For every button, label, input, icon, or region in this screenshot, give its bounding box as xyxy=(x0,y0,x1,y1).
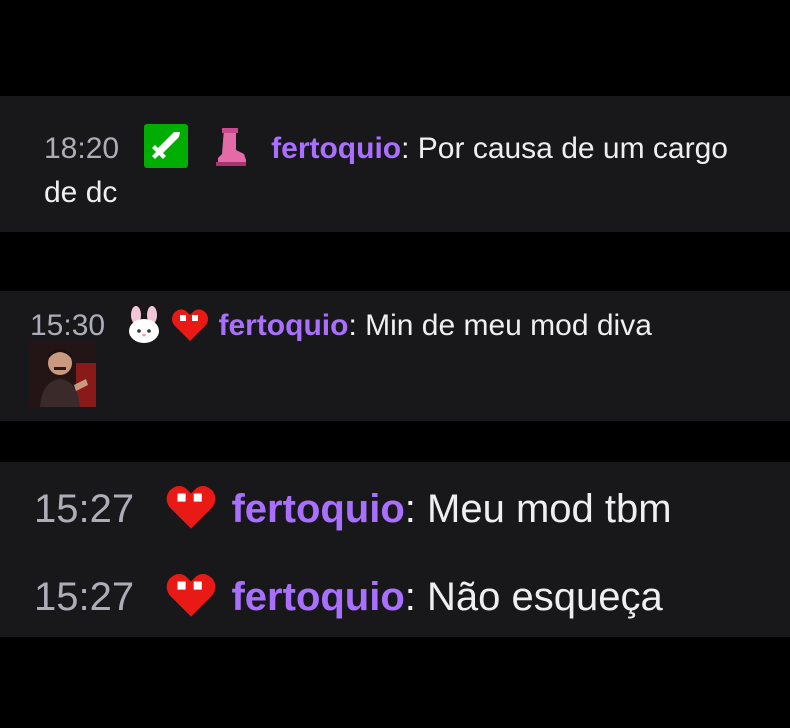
message-timestamp: 15:30 xyxy=(30,309,106,342)
pixel-heart-badge-icon[interactable] xyxy=(162,568,220,622)
chat-username[interactable]: fertoquio xyxy=(231,487,404,531)
message-timestamp: 15:27 xyxy=(34,487,135,531)
message-timestamp: 18:20 xyxy=(44,132,120,165)
chat-panel-3: 15:27 fertoquio: Meu mod tbm 15:27 ferto… xyxy=(0,462,790,637)
message-timestamp: 15:27 xyxy=(34,575,135,619)
chat-panel-2: 15:30 fertoquio: Min de meu mod diva xyxy=(0,291,790,421)
message-text: Por causa de um cargo xyxy=(417,132,728,165)
person-photo-emote xyxy=(30,341,96,407)
message-text: Min de meu mod diva xyxy=(365,309,652,342)
chat-username[interactable]: fertoquio xyxy=(231,575,404,619)
chat-message-continuation: de dc xyxy=(44,176,117,210)
chat-message-row: 15:27 fertoquio: Não esqueça xyxy=(34,568,663,622)
username-colon: : xyxy=(401,132,418,165)
my-melody-badge-icon[interactable] xyxy=(126,305,162,345)
pink-boot-badge-icon[interactable] xyxy=(212,124,248,168)
chat-username[interactable]: fertoquio xyxy=(218,309,348,342)
chat-message-row: 18:20 fertoquio: Por causa de um cargo xyxy=(44,124,728,168)
username-colon: : xyxy=(404,575,428,619)
message-text: Meu mod tbm xyxy=(427,487,672,531)
moderator-sword-badge-icon[interactable] xyxy=(143,124,188,168)
chat-message-row: 15:30 fertoquio: Min de meu mod diva xyxy=(30,305,652,345)
chat-username[interactable]: fertoquio xyxy=(271,132,401,165)
chat-message-row: 15:27 fertoquio: Meu mod tbm xyxy=(34,480,672,534)
username-colon: : xyxy=(348,309,366,342)
pixel-heart-badge-icon[interactable] xyxy=(162,480,220,534)
username-colon: : xyxy=(404,487,428,531)
chat-panel-1: 18:20 fertoquio: Por causa de um cargo d… xyxy=(0,96,790,232)
person-photo-emote-icon xyxy=(30,341,96,407)
message-text: de dc xyxy=(44,176,118,209)
message-text: Não esqueça xyxy=(427,575,663,619)
pixel-heart-badge-icon[interactable] xyxy=(170,305,210,345)
